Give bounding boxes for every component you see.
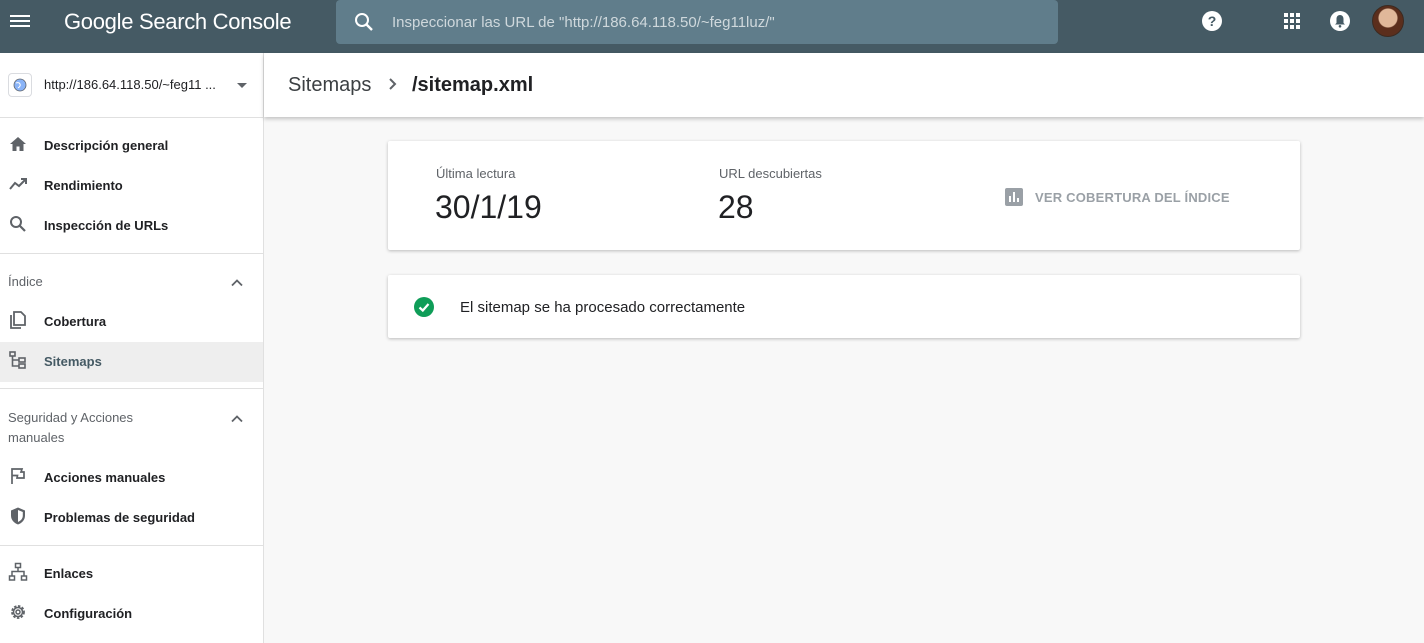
sidebar-item-url-inspection[interactable]: Inspección de URLs bbox=[0, 206, 263, 246]
chevron-up-icon[interactable] bbox=[230, 276, 244, 290]
last-read-value: 30/1/19 bbox=[435, 189, 542, 225]
sidebar-item-label: Enlaces bbox=[44, 566, 94, 581]
chevron-down-icon[interactable] bbox=[237, 83, 247, 88]
gear-icon bbox=[11, 605, 25, 619]
search-icon bbox=[10, 216, 26, 232]
discovered-urls-value: 28 bbox=[718, 189, 754, 225]
trending-up-icon bbox=[9, 178, 27, 190]
sidebar-item-label: Configuración bbox=[44, 606, 133, 621]
property-selector[interactable]: http://186.64.118.50/~feg11 ... bbox=[0, 53, 263, 117]
search-icon bbox=[355, 13, 373, 31]
flag-icon bbox=[11, 468, 25, 484]
svg-text:?: ? bbox=[1208, 13, 1217, 29]
help-icon[interactable]: ? bbox=[1200, 9, 1224, 33]
status-message: El sitemap se ha procesado correctamente bbox=[460, 299, 746, 316]
sidebar-item-coverage[interactable]: Cobertura bbox=[0, 302, 263, 342]
divider bbox=[0, 253, 263, 254]
breadcrumb-sitemaps-link[interactable]: Sitemaps bbox=[288, 74, 371, 97]
notifications-icon[interactable] bbox=[1328, 9, 1352, 33]
chevron-right-icon bbox=[389, 78, 397, 90]
menu-icon[interactable] bbox=[8, 9, 32, 33]
search-input[interactable] bbox=[392, 0, 1042, 44]
sitemap-status-card: El sitemap se ha procesado correctamente bbox=[388, 275, 1300, 338]
app-logo[interactable]: Google Search Console bbox=[64, 8, 292, 36]
sidebar-item-label: Rendimiento bbox=[44, 178, 123, 193]
sidebar: http://186.64.118.50/~feg11 ... Descripc… bbox=[0, 53, 264, 643]
sidebar-item-performance[interactable]: Rendimiento bbox=[0, 166, 263, 206]
sidebar-item-overview[interactable]: Descripción general bbox=[0, 126, 263, 166]
sitemap-icon bbox=[9, 351, 26, 369]
last-read-label: Última lectura bbox=[436, 166, 516, 181]
sidebar-item-sitemaps[interactable]: Sitemaps bbox=[0, 342, 263, 382]
globe-icon bbox=[8, 73, 32, 97]
divider bbox=[0, 545, 263, 546]
sidebar-item-settings[interactable]: Configuración bbox=[0, 594, 263, 634]
sidebar-item-label: Inspección de URLs bbox=[44, 218, 169, 233]
sidebar-item-label: Acciones manuales bbox=[44, 470, 166, 485]
sidebar-item-label: Problemas de seguridad bbox=[44, 510, 195, 525]
property-url: http://186.64.118.50/~feg11 ... bbox=[44, 77, 216, 92]
sidebar-item-label: Sitemaps bbox=[44, 354, 102, 369]
section-title: Índice bbox=[8, 274, 43, 289]
sitemap-stats-card: Última lectura 30/1/19 URL descubiertas … bbox=[388, 141, 1300, 250]
sidebar-item-manual-actions[interactable]: Acciones manuales bbox=[0, 458, 263, 498]
bar-chart-icon bbox=[1005, 188, 1023, 206]
copy-icon bbox=[10, 311, 26, 329]
apps-grid-icon[interactable] bbox=[1280, 9, 1304, 33]
discovered-urls-label: URL descubiertas bbox=[719, 166, 822, 181]
page-header: Sitemaps /sitemap.xml bbox=[264, 53, 1424, 117]
shield-icon bbox=[11, 507, 25, 525]
account-avatar[interactable] bbox=[1372, 5, 1404, 37]
divider bbox=[0, 388, 263, 389]
sidebar-item-label: Descripción general bbox=[44, 138, 169, 153]
section-title: Seguridad y Acciones manuales bbox=[8, 410, 134, 445]
check-circle-icon bbox=[414, 297, 434, 317]
sidebar-item-links[interactable]: Enlaces bbox=[0, 554, 263, 594]
sidebar-item-label: Cobertura bbox=[44, 314, 107, 329]
view-index-coverage-label: VER COBERTURA DEL ÍNDICE bbox=[1035, 190, 1230, 205]
sidebar-item-security-issues[interactable]: Problemas de seguridad bbox=[0, 498, 263, 538]
chevron-up-icon[interactable] bbox=[230, 412, 244, 426]
links-icon bbox=[8, 562, 28, 581]
url-inspection-search[interactable] bbox=[336, 0, 1058, 44]
divider bbox=[0, 117, 263, 118]
home-icon bbox=[10, 137, 26, 151]
page-title: /sitemap.xml bbox=[412, 74, 534, 96]
top-app-bar: Google Search Console ? bbox=[0, 0, 1424, 53]
